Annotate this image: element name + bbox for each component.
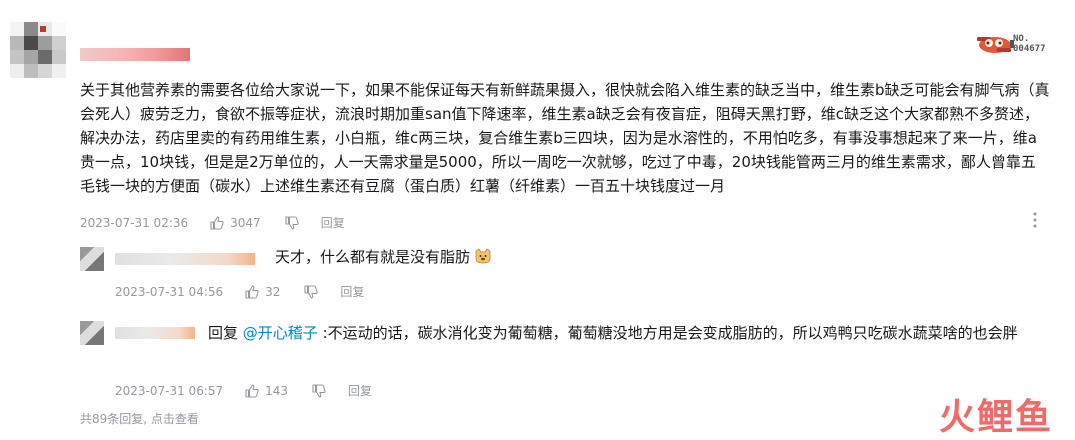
like-button[interactable]: 3047 [210, 216, 261, 230]
more-options-icon[interactable] [1033, 212, 1037, 228]
thumbs-up-icon [210, 215, 224, 230]
reply-button[interactable]: 回复 [321, 214, 345, 231]
thumbs-up-icon [245, 284, 259, 299]
reply-meta: 2023-07-31 04:56 32 回复 [115, 283, 364, 300]
thumbs-down-icon [312, 383, 326, 398]
comment-meta: 2023-07-31 02:36 3047 回复 [80, 214, 345, 231]
doge-emoji-icon [475, 248, 491, 264]
like-count: 143 [265, 383, 289, 398]
view-all-replies-link[interactable]: 共89条回复, 点击查看 [80, 410, 199, 427]
reply-prefix: 回复 [208, 324, 243, 342]
like-count: 3047 [230, 215, 261, 230]
reply-username-blurred[interactable] [115, 253, 255, 265]
reply-avatar[interactable] [80, 247, 104, 271]
reply-button[interactable]: 回复 [348, 382, 372, 399]
site-watermark-logo: 火鲤鱼 [938, 397, 1053, 438]
like-button[interactable]: 32 [245, 285, 280, 299]
fan-medal-badge: NO. 004677 [975, 28, 1059, 60]
avatar-mosaic [10, 22, 66, 78]
dislike-button[interactable] [304, 284, 319, 299]
comment-timestamp: 2023-07-31 02:36 [80, 215, 189, 230]
commenter-username-blurred[interactable] [80, 48, 190, 61]
reply-text: :不运动的话，碳水消化变为葡萄糖，葡萄糖没地方用是会变成脂肪的，所以鸡鸭只吃碳水… [317, 324, 1018, 342]
thumbs-up-icon [245, 383, 259, 398]
like-button[interactable]: 143 [245, 384, 288, 398]
comment-body: 关于其他营养素的需要各位给大家说一下，如果不能保证每天有新鲜蔬果摄入，很快就会陷… [80, 81, 1050, 195]
dislike-button[interactable] [312, 383, 326, 398]
thumbs-down-icon [304, 284, 319, 299]
reply-timestamp: 2023-07-31 04:56 [115, 284, 224, 299]
like-count: 32 [265, 284, 281, 299]
reply-text: 天才，什么都有就是没有脂肪 [275, 248, 471, 266]
commenter-avatar[interactable] [10, 22, 66, 78]
thumbs-down-icon [285, 215, 299, 230]
reply-timestamp: 2023-07-31 06:57 [115, 383, 224, 398]
airplane-icon [977, 37, 1014, 53]
reply-body: 回复 @开心稽子 :不运动的话，碳水消化变为葡萄糖，葡萄糖没地方用是会变成脂肪的… [115, 321, 1060, 346]
reply-button[interactable]: 回复 [340, 283, 364, 300]
reply-meta: 2023-07-31 06:57 143 回复 [115, 382, 372, 399]
dislike-button[interactable] [285, 215, 299, 230]
reply-body: 天才，什么都有就是没有脂肪 [275, 245, 491, 270]
medal-number: NO. 004677 [1013, 34, 1046, 54]
reply-avatar[interactable] [80, 321, 104, 345]
mention-link[interactable]: @开心稽子 [243, 324, 318, 342]
